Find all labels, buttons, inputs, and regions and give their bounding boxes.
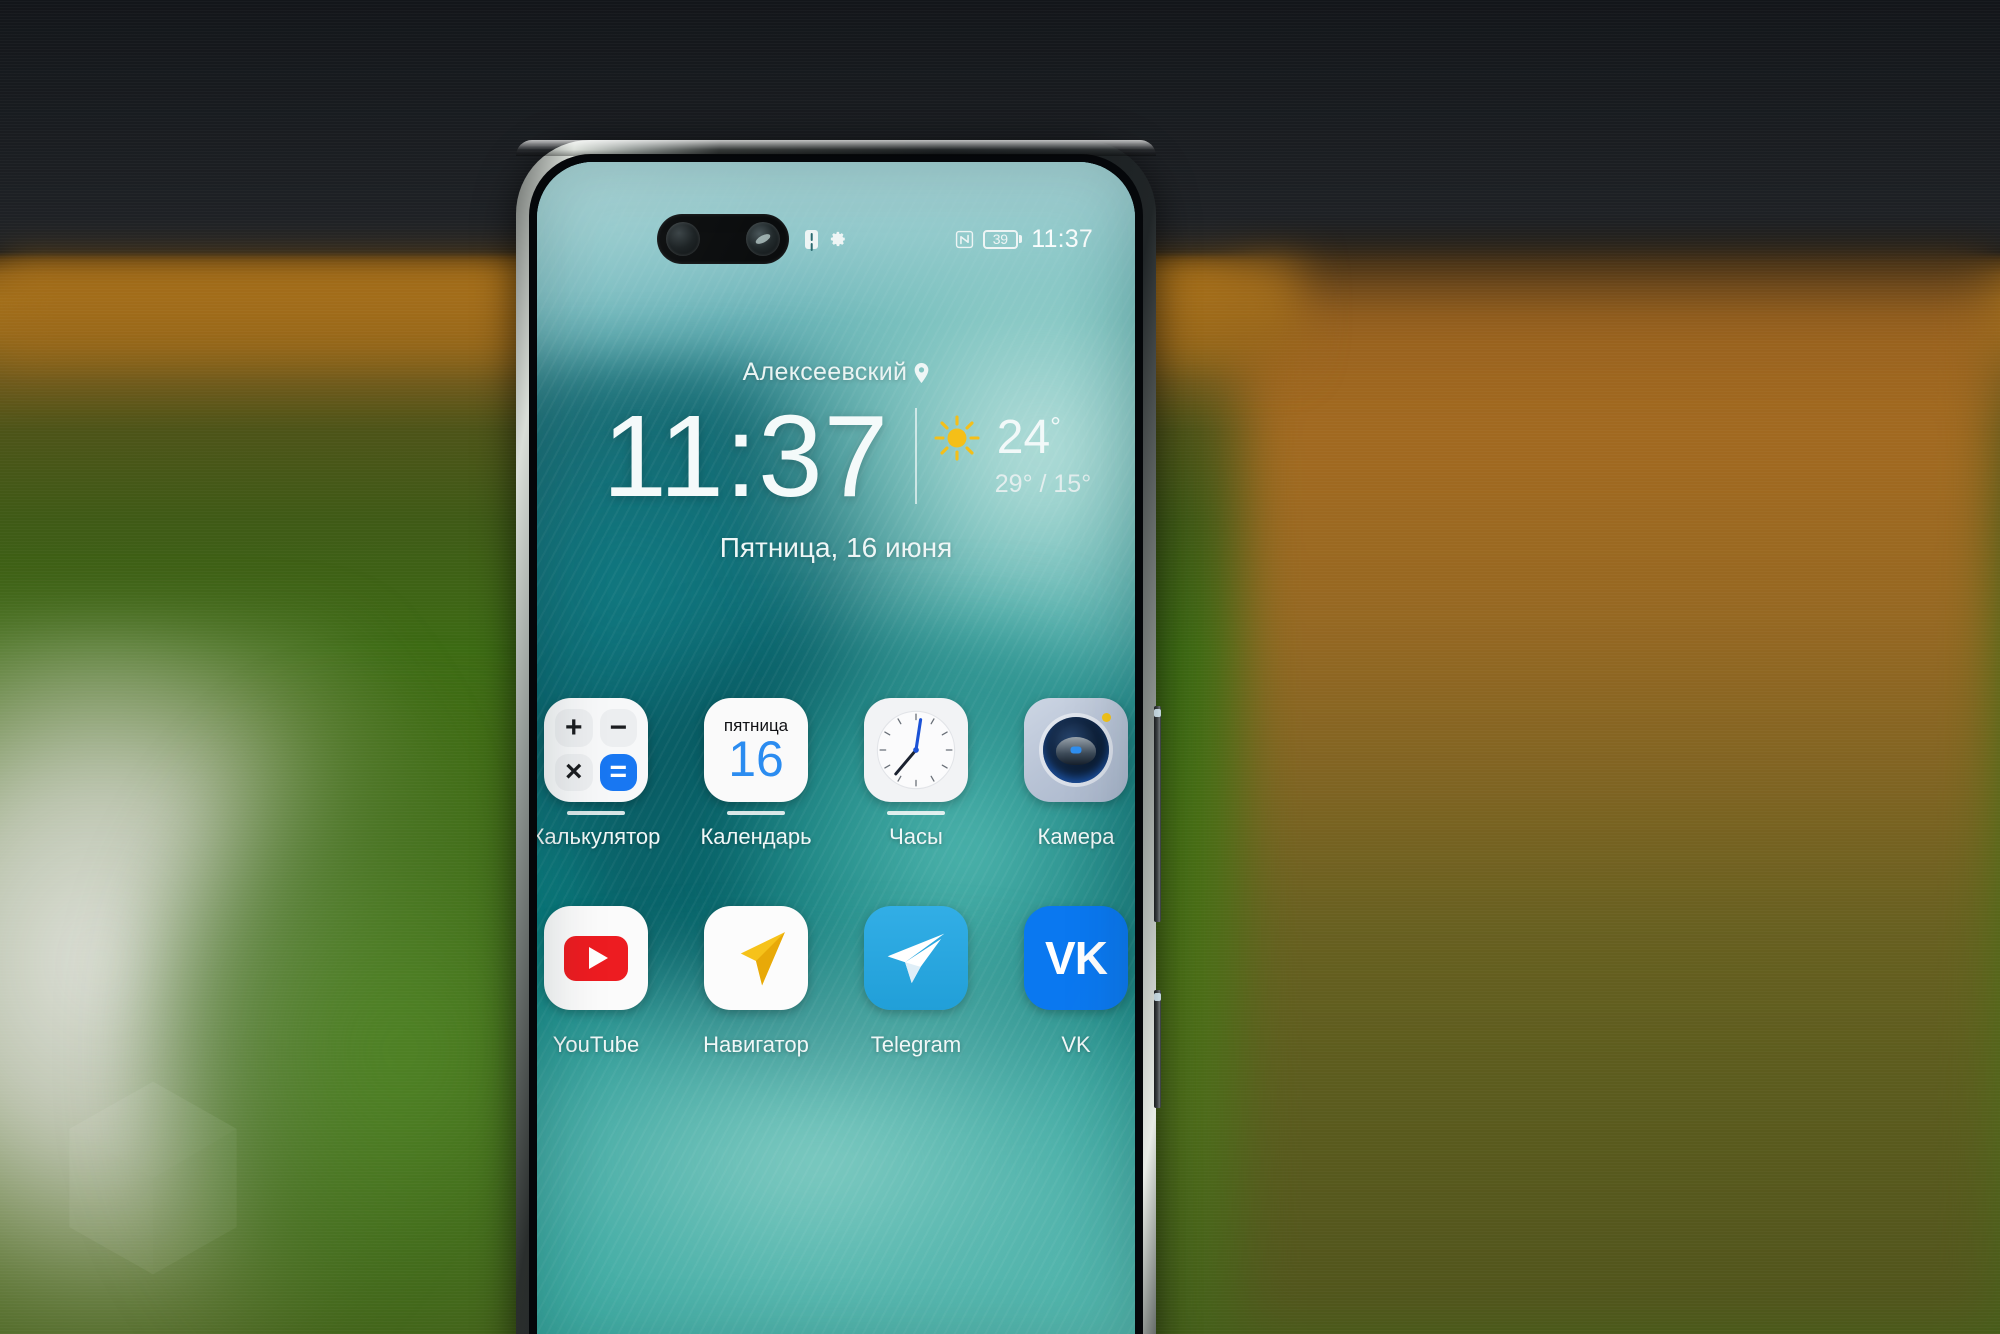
gear-icon xyxy=(830,231,846,247)
phone-screen[interactable]: 39 11:37 Алексеевский 11:37 24° 29° / 15… xyxy=(537,162,1135,1334)
app-navigator[interactable]: Навигатор xyxy=(702,906,810,1058)
app-label: Telegram xyxy=(870,1032,962,1057)
degree-symbol: ° xyxy=(1050,411,1061,442)
app-label: Часы xyxy=(889,824,943,849)
battery-indicator: 39 xyxy=(982,229,1023,249)
status-bar: 39 11:37 xyxy=(537,216,1135,262)
nfc-icon xyxy=(955,230,973,248)
temperature-value: 24 xyxy=(996,410,1051,464)
location-label: Алексеевский xyxy=(742,358,908,386)
calendar-day: 16 xyxy=(728,731,784,788)
app-camera[interactable]: Камера xyxy=(1022,698,1130,850)
clock-weather-widget[interactable]: Алексеевский 11:37 24° 29° / 15° Пятница… xyxy=(537,358,1135,564)
app-calculator[interactable]: + − × = Калькулятор xyxy=(537,698,660,850)
app-clock[interactable]: Часы xyxy=(862,698,970,850)
navigator-arrow-icon[interactable] xyxy=(704,906,808,1010)
battery-level-label: 39 xyxy=(992,231,1008,247)
camera-led-dot xyxy=(1102,713,1111,722)
calc-key-equals: = xyxy=(599,753,637,791)
temperature-high-low: 29° / 15° xyxy=(994,469,1092,498)
calendar-icon[interactable]: пятница 16 xyxy=(704,698,808,802)
clock-icon[interactable] xyxy=(864,698,968,802)
app-group-underbar xyxy=(567,811,625,815)
app-label: Калькулятор xyxy=(537,824,661,849)
location-pin-icon xyxy=(914,362,929,383)
app-vk[interactable]: VK VK xyxy=(1022,906,1130,1058)
calc-key-multiply: × xyxy=(555,753,593,791)
sun-icon xyxy=(934,415,980,461)
app-group-underbar xyxy=(727,811,785,815)
location-row[interactable]: Алексеевский xyxy=(537,358,1135,387)
notification-alert-icon xyxy=(805,229,818,249)
weather-block[interactable]: 24° 29° / 15° xyxy=(933,410,1092,499)
photo-scene: 39 11:37 Алексеевский 11:37 24° 29° / 15… xyxy=(0,0,2000,1334)
app-group-underbar xyxy=(887,811,945,815)
app-calendar[interactable]: пятница 16 Календарь xyxy=(700,698,812,850)
app-row-1: + − × = Калькулятор пятница 16 Календарь… xyxy=(537,698,1135,850)
vk-icon[interactable]: VK xyxy=(1024,906,1128,1010)
app-youtube[interactable]: YouTube xyxy=(542,906,650,1058)
app-label: Навигатор xyxy=(703,1032,809,1057)
app-row-2: YouTube Навигатор Telegram VK VK xyxy=(537,906,1135,1058)
telegram-icon[interactable] xyxy=(864,906,968,1010)
phone-bezel: 39 11:37 Алексеевский 11:37 24° 29° / 15… xyxy=(529,154,1143,1334)
volume-rocker-button[interactable] xyxy=(1154,706,1161,922)
app-telegram[interactable]: Telegram xyxy=(862,906,970,1058)
power-button[interactable] xyxy=(1154,990,1161,1108)
status-bar-clock: 11:37 xyxy=(1031,224,1093,253)
widget-date: Пятница, 16 июня xyxy=(719,531,953,563)
widget-divider xyxy=(914,408,917,505)
app-grid: + − × = Калькулятор пятница 16 Календарь… xyxy=(537,698,1135,1058)
phone-body: 39 11:37 Алексеевский 11:37 24° 29° / 15… xyxy=(516,140,1161,1334)
calc-key-plus: + xyxy=(555,709,593,747)
calculator-icon[interactable]: + − × = xyxy=(544,698,648,802)
app-label: Камера xyxy=(1037,824,1115,849)
vk-wordmark: VK xyxy=(1045,932,1108,984)
camera-icon[interactable] xyxy=(1024,698,1128,802)
app-label: YouTube xyxy=(552,1032,640,1057)
app-label: VK xyxy=(1061,1032,1091,1057)
calc-key-minus: − xyxy=(599,709,637,747)
hexagon-cube-watermark xyxy=(69,1081,237,1275)
youtube-icon[interactable] xyxy=(544,906,648,1010)
widget-clock: 11:37 xyxy=(602,391,890,521)
app-label: Календарь xyxy=(700,824,812,849)
